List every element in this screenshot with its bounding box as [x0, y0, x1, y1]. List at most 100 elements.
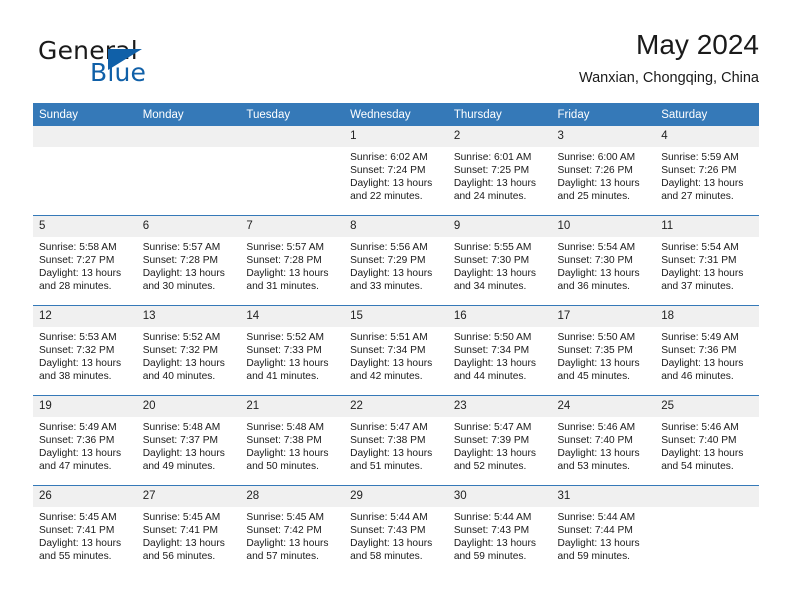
logo-text-blue: Blue	[90, 58, 147, 87]
day-cell[interactable]: 14 Sunrise: 5:52 AM Sunset: 7:33 PM Dayl…	[240, 305, 345, 396]
calendar-grid: Sunday Monday Tuesday Wednesday Thursday…	[33, 103, 759, 575]
daylight-text-line1: Daylight: 13 hours	[39, 358, 122, 370]
day-number: 24	[551, 396, 656, 417]
day-cell[interactable]: 25 Sunrise: 5:46 AM Sunset: 7:40 PM Dayl…	[655, 395, 759, 486]
daylight-text-line2: and 49 minutes.	[142, 461, 216, 473]
day-cell[interactable]: 21 Sunrise: 5:48 AM Sunset: 7:38 PM Dayl…	[240, 395, 345, 486]
day-cell[interactable]: 5 Sunrise: 5:58 AM Sunset: 7:27 PM Dayli…	[33, 215, 137, 306]
daylight-text-line2: and 55 minutes.	[39, 551, 112, 563]
day-cell[interactable]	[240, 126, 345, 216]
day-details: Sunrise: 5:54 AM Sunset: 7:31 PM Dayligh…	[655, 237, 759, 293]
day-cell[interactable]: 11 Sunrise: 5:54 AM Sunset: 7:31 PM Dayl…	[655, 215, 759, 306]
sunrise-text: Sunrise: 5:48 AM	[142, 422, 221, 433]
sunrise-text: Sunrise: 5:57 AM	[246, 242, 324, 253]
daylight-text-line1: Daylight: 13 hours	[142, 538, 225, 550]
day-number	[655, 486, 759, 507]
day-cell[interactable]: 30 Sunrise: 5:44 AM Sunset: 7:43 PM Dayl…	[447, 485, 552, 575]
day-details: Sunrise: 5:46 AM Sunset: 7:40 PM Dayligh…	[655, 417, 759, 473]
weekday-header-wednesday: Wednesday	[344, 103, 448, 126]
day-cell[interactable]: 8 Sunrise: 5:56 AM Sunset: 7:29 PM Dayli…	[344, 215, 448, 306]
sunrise-text: Sunrise: 5:50 AM	[453, 332, 532, 343]
day-details: Sunrise: 5:55 AM Sunset: 7:30 PM Dayligh…	[448, 237, 552, 293]
calendar-page: General Blue May 2024 Wanxian, Chongqing…	[0, 0, 792, 612]
day-cell[interactable]: 15 Sunrise: 5:51 AM Sunset: 7:34 PM Dayl…	[344, 305, 448, 396]
page-header: General Blue May 2024 Wanxian, Chongqing…	[33, 28, 759, 98]
day-details: Sunrise: 5:59 AM Sunset: 7:26 PM Dayligh…	[655, 147, 759, 203]
daylight-text-line2: and 38 minutes.	[39, 371, 112, 383]
daylight-text-line1: Daylight: 13 hours	[142, 268, 225, 280]
weekday-header-saturday: Saturday	[655, 103, 759, 126]
day-cell[interactable]: 22 Sunrise: 5:47 AM Sunset: 7:38 PM Dayl…	[344, 395, 448, 486]
day-details: Sunrise: 5:49 AM Sunset: 7:36 PM Dayligh…	[655, 327, 759, 383]
day-number: 28	[240, 486, 345, 507]
day-cell[interactable]: 19 Sunrise: 5:49 AM Sunset: 7:36 PM Dayl…	[33, 395, 137, 486]
day-cell[interactable]: 6 Sunrise: 5:57 AM Sunset: 7:28 PM Dayli…	[136, 215, 241, 306]
day-number: 13	[136, 306, 241, 327]
day-number: 30	[447, 486, 552, 507]
day-cell[interactable]: 3 Sunrise: 6:00 AM Sunset: 7:26 PM Dayli…	[551, 126, 656, 216]
daylight-text-line1: Daylight: 13 hours	[453, 178, 536, 190]
daylight-text-line2: and 37 minutes.	[661, 281, 734, 293]
sunset-text: Sunset: 7:36 PM	[661, 345, 737, 357]
sunrise-text: Sunrise: 5:44 AM	[453, 512, 532, 523]
day-cell[interactable]: 20 Sunrise: 5:48 AM Sunset: 7:37 PM Dayl…	[136, 395, 241, 486]
sunset-text: Sunset: 7:29 PM	[350, 255, 426, 267]
day-cell[interactable]: 13 Sunrise: 5:52 AM Sunset: 7:32 PM Dayl…	[136, 305, 241, 396]
day-details	[137, 147, 241, 151]
day-cell[interactable]: 17 Sunrise: 5:50 AM Sunset: 7:35 PM Dayl…	[551, 305, 656, 396]
day-cell[interactable]	[136, 126, 241, 216]
day-cell[interactable]: 9 Sunrise: 5:55 AM Sunset: 7:30 PM Dayli…	[447, 215, 552, 306]
day-details: Sunrise: 5:57 AM Sunset: 7:28 PM Dayligh…	[137, 237, 241, 293]
daylight-text-line2: and 36 minutes.	[557, 281, 631, 293]
day-cell[interactable]: 28 Sunrise: 5:45 AM Sunset: 7:42 PM Dayl…	[240, 485, 345, 575]
day-cell[interactable]: 23 Sunrise: 5:47 AM Sunset: 7:39 PM Dayl…	[447, 395, 552, 486]
day-number: 16	[447, 306, 552, 327]
day-number: 14	[240, 306, 345, 327]
weekday-header-monday: Monday	[136, 103, 241, 126]
daylight-text-line1: Daylight: 13 hours	[453, 538, 536, 550]
day-cell[interactable]: 1 Sunrise: 6:02 AM Sunset: 7:24 PM Dayli…	[344, 126, 448, 216]
day-cell[interactable]: 4 Sunrise: 5:59 AM Sunset: 7:26 PM Dayli…	[655, 126, 759, 216]
sunrise-text: Sunrise: 5:44 AM	[350, 512, 428, 523]
daylight-text-line1: Daylight: 13 hours	[661, 268, 744, 280]
day-cell[interactable]: 2 Sunrise: 6:01 AM Sunset: 7:25 PM Dayli…	[447, 126, 552, 216]
daylight-text-line1: Daylight: 13 hours	[142, 448, 225, 460]
sunset-text: Sunset: 7:43 PM	[453, 525, 530, 537]
day-cell[interactable]: 16 Sunrise: 5:50 AM Sunset: 7:34 PM Dayl…	[447, 305, 552, 396]
general-blue-logo[interactable]: General Blue	[38, 36, 248, 92]
day-details: Sunrise: 5:44 AM Sunset: 7:44 PM Dayligh…	[552, 507, 656, 563]
day-cell[interactable]: 18 Sunrise: 5:49 AM Sunset: 7:36 PM Dayl…	[655, 305, 759, 396]
day-cell[interactable]	[655, 485, 759, 575]
day-cell[interactable]: 12 Sunrise: 5:53 AM Sunset: 7:32 PM Dayl…	[33, 305, 137, 396]
sunrise-text: Sunrise: 5:45 AM	[142, 512, 221, 523]
daylight-text-line1: Daylight: 13 hours	[142, 358, 225, 370]
sunset-text: Sunset: 7:34 PM	[453, 345, 530, 357]
calendar-header-row: Sunday Monday Tuesday Wednesday Thursday…	[33, 103, 759, 126]
day-details: Sunrise: 5:54 AM Sunset: 7:30 PM Dayligh…	[552, 237, 656, 293]
sunset-text: Sunset: 7:26 PM	[661, 165, 737, 177]
daylight-text-line1: Daylight: 13 hours	[246, 448, 329, 460]
daylight-text-line2: and 27 minutes.	[661, 191, 734, 203]
day-details: Sunrise: 6:00 AM Sunset: 7:26 PM Dayligh…	[552, 147, 656, 203]
day-cell[interactable]: 7 Sunrise: 5:57 AM Sunset: 7:28 PM Dayli…	[240, 215, 345, 306]
daylight-text-line2: and 51 minutes.	[350, 461, 423, 473]
sunrise-text: Sunrise: 5:54 AM	[661, 242, 739, 253]
sunset-text: Sunset: 7:34 PM	[350, 345, 426, 357]
day-cell[interactable]: 27 Sunrise: 5:45 AM Sunset: 7:41 PM Dayl…	[136, 485, 241, 575]
day-cell[interactable]: 26 Sunrise: 5:45 AM Sunset: 7:41 PM Dayl…	[33, 485, 137, 575]
daylight-text-line2: and 22 minutes.	[350, 191, 423, 203]
day-cell[interactable]	[33, 126, 137, 216]
day-number: 3	[551, 126, 656, 147]
sunrise-text: Sunrise: 5:57 AM	[142, 242, 221, 253]
day-details: Sunrise: 5:52 AM Sunset: 7:33 PM Dayligh…	[240, 327, 344, 383]
day-cell[interactable]: 29 Sunrise: 5:44 AM Sunset: 7:43 PM Dayl…	[344, 485, 448, 575]
daylight-text-line1: Daylight: 13 hours	[557, 538, 640, 550]
day-details: Sunrise: 5:56 AM Sunset: 7:29 PM Dayligh…	[344, 237, 448, 293]
day-number: 11	[655, 216, 759, 237]
sunset-text: Sunset: 7:32 PM	[39, 345, 115, 357]
sunrise-text: Sunrise: 6:00 AM	[557, 152, 636, 163]
day-cell[interactable]: 24 Sunrise: 5:46 AM Sunset: 7:40 PM Dayl…	[551, 395, 656, 486]
daylight-text-line2: and 58 minutes.	[350, 551, 423, 563]
day-cell[interactable]: 10 Sunrise: 5:54 AM Sunset: 7:30 PM Dayl…	[551, 215, 656, 306]
day-cell[interactable]: 31 Sunrise: 5:44 AM Sunset: 7:44 PM Dayl…	[551, 485, 656, 575]
